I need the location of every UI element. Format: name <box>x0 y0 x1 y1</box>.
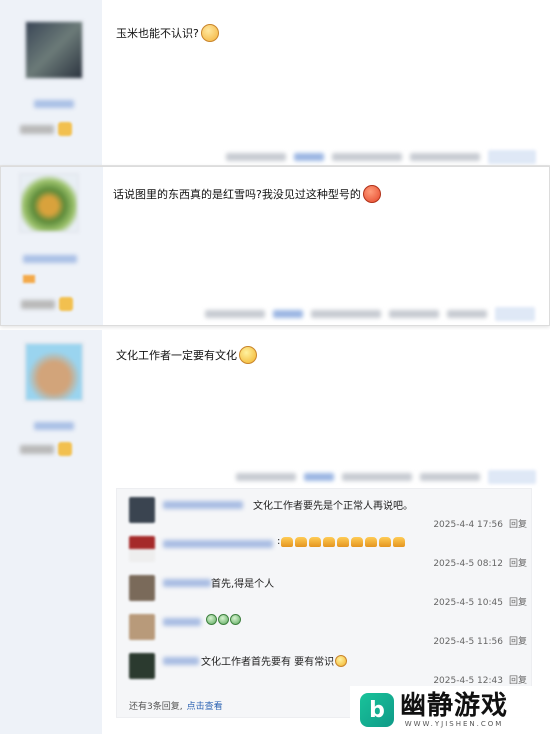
sub-reply-button[interactable]: 回复 <box>509 520 527 530</box>
more-replies: 还有3条回复, 点击查看 <box>129 702 223 712</box>
watermark: b 幽静游戏 WWW.YJISHEN.COM <box>350 686 550 734</box>
sub-username[interactable] <box>163 618 201 626</box>
post-1: 玉米也能不认识? <box>0 0 550 165</box>
post-meta <box>205 307 535 321</box>
sub-reply-button[interactable]: 回复 <box>509 598 527 608</box>
post-text: 玉米也能不认识? <box>116 27 199 40</box>
sub-reply-item: 首先,得是个人 2025-4-5 10:45 回复 <box>127 575 527 608</box>
crying-emoji-icon <box>218 614 229 625</box>
sub-reply-button[interactable]: 回复 <box>509 637 527 647</box>
sub-reply-item: : 2025-4-5 08:12 回复 <box>127 536 527 569</box>
avatar[interactable] <box>19 173 79 233</box>
user-rank <box>21 297 73 311</box>
angry-emoji-icon <box>362 185 381 203</box>
avatar[interactable] <box>24 20 84 80</box>
sub-reply-time: 2025-4-5 10:45 回复 <box>433 598 527 608</box>
sub-reply-button[interactable]: 回复 <box>509 676 527 686</box>
sub-reply-text <box>205 614 241 625</box>
reply-button[interactable] <box>488 470 536 484</box>
sub-avatar[interactable] <box>129 653 155 679</box>
thumbs-up-icon <box>309 536 322 547</box>
sub-username[interactable] <box>163 501 243 509</box>
sub-reply-item: 文化工作者要先是个正常人再说吧。 2025-4-4 17:56 回复 <box>127 497 527 530</box>
thumbs-up-icon <box>337 536 350 547</box>
sub-reply-time: 2025-4-5 12:43 回复 <box>433 676 527 686</box>
sub-username[interactable] <box>163 657 199 665</box>
sub-reply-panel: 文化工作者要先是个正常人再说吧。 2025-4-4 17:56 回复 : 2025… <box>116 488 532 718</box>
sub-username[interactable] <box>163 540 273 548</box>
sub-avatar[interactable] <box>129 575 155 601</box>
grin-emoji-icon <box>239 346 257 364</box>
thumbs-up-icon <box>379 536 392 547</box>
sub-reply-button[interactable]: 回复 <box>509 559 527 569</box>
watermark-url: WWW.YJISHEN.COM <box>404 720 504 728</box>
post-meta <box>236 470 536 484</box>
reply-button[interactable] <box>495 307 535 321</box>
laugh-emoji-icon <box>200 24 219 42</box>
username[interactable] <box>23 255 77 263</box>
username[interactable] <box>34 422 74 430</box>
sub-reply-time: 2025-4-5 08:12 回复 <box>433 559 527 569</box>
avatar[interactable] <box>24 342 84 402</box>
post-2: 话说图里的东西真的是红雪吗?我没见过这种型号的 <box>0 166 550 326</box>
sub-reply-text: 文化工作者要先是个正常人再说吧。 <box>253 501 413 512</box>
grin-emoji-icon <box>335 654 348 667</box>
sub-reply-time: 2025-4-5 11:56 回复 <box>433 637 527 647</box>
post-text: 话说图里的东西真的是红雪吗?我没见过这种型号的 <box>113 188 361 201</box>
thumbs-up-icon <box>393 536 406 547</box>
post-content: 玉米也能不认识? <box>116 24 219 42</box>
view-more-link[interactable]: 点击查看 <box>187 702 223 712</box>
reply-button[interactable] <box>488 150 536 164</box>
sub-reply-item: 2025-4-5 11:56 回复 <box>127 614 527 647</box>
sub-avatar[interactable] <box>129 614 155 640</box>
crying-emoji-icon <box>230 614 241 625</box>
sub-reply-time: 2025-4-4 17:56 回复 <box>433 520 527 530</box>
thumbs-up-icon <box>281 536 294 547</box>
rank-badge-icon <box>59 297 73 311</box>
sub-username[interactable] <box>163 579 211 587</box>
sub-reply-text: 首先,得是个人 <box>211 579 275 590</box>
thumbs-up-icon <box>323 536 336 547</box>
rank-badge-icon <box>58 442 72 456</box>
username[interactable] <box>34 100 74 108</box>
sub-avatar[interactable] <box>129 536 155 562</box>
thumbs-up-icon <box>295 536 308 547</box>
crying-emoji-icon <box>206 614 217 625</box>
sub-reply-text: 文化工作者首先要有 要有常识 <box>201 653 348 668</box>
thumbs-up-icon <box>365 536 378 547</box>
sub-avatar[interactable] <box>129 497 155 523</box>
post-content: 文化工作者一定要有文化 <box>116 346 257 364</box>
sub-reply-text: : <box>277 536 406 547</box>
watermark-title: 幽静游戏 <box>400 691 509 721</box>
logo-icon: b <box>360 693 394 727</box>
post-text: 文化工作者一定要有文化 <box>116 349 237 362</box>
user-rank <box>20 122 72 136</box>
user-rank <box>20 442 72 456</box>
sub-reply-item: 文化工作者首先要有 要有常识 2025-4-5 12:43 回复 <box>127 653 527 686</box>
thumbs-up-icon <box>351 536 364 547</box>
post-content: 话说图里的东西真的是红雪吗?我没见过这种型号的 <box>113 185 381 203</box>
rank-badge-icon <box>58 122 72 136</box>
level-icon <box>23 275 35 283</box>
post-meta <box>226 150 536 164</box>
